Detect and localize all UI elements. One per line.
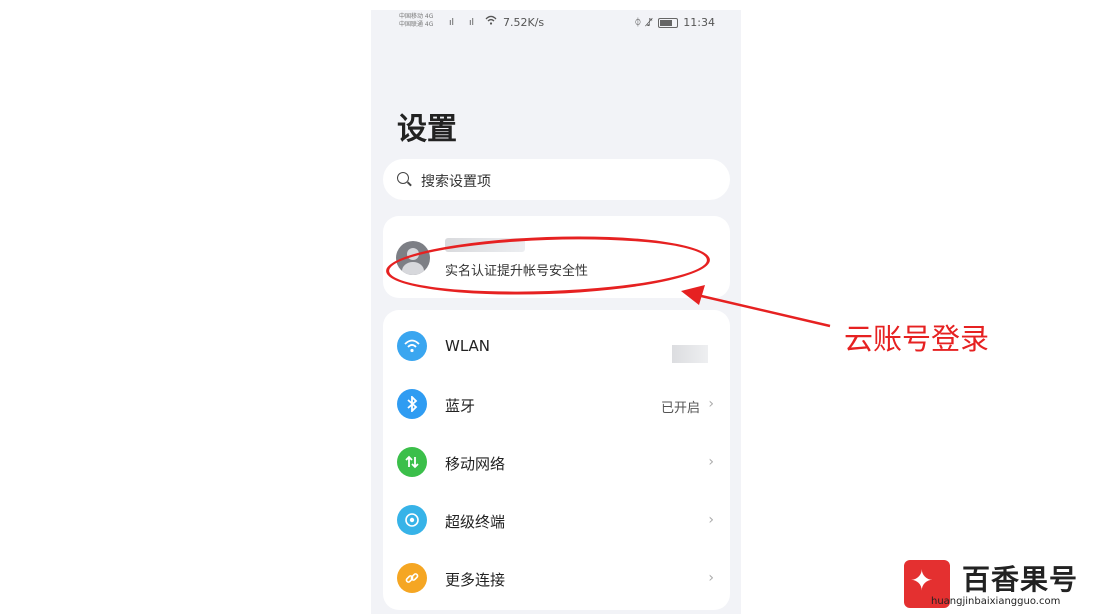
page-title: 设置 — [397, 112, 457, 147]
settings-item-label: 超级终端 — [445, 513, 506, 531]
mobile-network-icon — [397, 447, 427, 477]
bluetooth-icon — [397, 389, 427, 419]
settings-item-mobile-network[interactable]: 移动网络 › — [383, 431, 730, 489]
wlan-value-redacted — [672, 345, 708, 363]
link-icon — [397, 563, 427, 593]
vibrate-icon: ᛰ — [634, 16, 642, 29]
settings-list: WLAN 蓝牙 已开启 › 移动网络 › 超级终端 › 更多连接 › — [383, 310, 730, 610]
carrier-line-2: 中国联通 4G — [399, 21, 434, 28]
chevron-right-icon: › — [708, 396, 714, 412]
logo-mark-icon: ✦ — [910, 564, 934, 597]
settings-item-bluetooth[interactable]: 蓝牙 已开启 › — [383, 373, 730, 431]
settings-item-super-device[interactable]: 超级终端 › — [383, 489, 730, 547]
search-placeholder: 搜索设置项 — [421, 174, 491, 190]
clock: 11:34 — [683, 16, 715, 29]
mute-icon: ♪̸ — [646, 16, 654, 29]
chevron-right-icon: › — [708, 512, 714, 528]
super-device-icon — [397, 505, 427, 535]
settings-item-label: 移动网络 — [445, 455, 506, 473]
carrier-line-1: 中国移动 4G — [399, 13, 434, 20]
wifi-status-icon — [485, 15, 497, 28]
search-input[interactable]: 搜索设置项 — [383, 159, 730, 200]
status-bar: 中国移动 4G 中国联通 4G ıl ıl 7.52K/s ᛰ ♪̸ 11:34 — [371, 10, 741, 34]
carrier-info: 中国移动 4G 中国联通 4G — [399, 13, 433, 29]
watermark-name: 百香果号 — [962, 563, 1079, 596]
settings-item-label: WLAN — [445, 337, 491, 355]
network-speed: 7.52K/s — [503, 16, 545, 29]
bluetooth-status: 已开启 — [660, 401, 700, 416]
status-right: ᛰ ♪̸ 11:34 — [635, 16, 715, 29]
signal-icon: ıl — [469, 18, 475, 28]
signal-icon: ıl — [449, 18, 455, 28]
settings-item-more-connections[interactable]: 更多连接 › — [383, 547, 730, 605]
annotation-arrow — [681, 285, 831, 328]
wifi-icon — [397, 331, 427, 361]
chevron-right-icon: › — [708, 570, 714, 586]
search-icon — [397, 172, 409, 184]
chevron-right-icon: › — [708, 454, 714, 470]
settings-item-label: 更多连接 — [445, 571, 506, 589]
settings-item-label: 蓝牙 — [445, 397, 476, 415]
watermark-url: huangjinbaixiangguo.com — [931, 596, 1061, 607]
battery-icon — [658, 17, 679, 28]
annotation-label: 云账号登录 — [844, 322, 990, 356]
